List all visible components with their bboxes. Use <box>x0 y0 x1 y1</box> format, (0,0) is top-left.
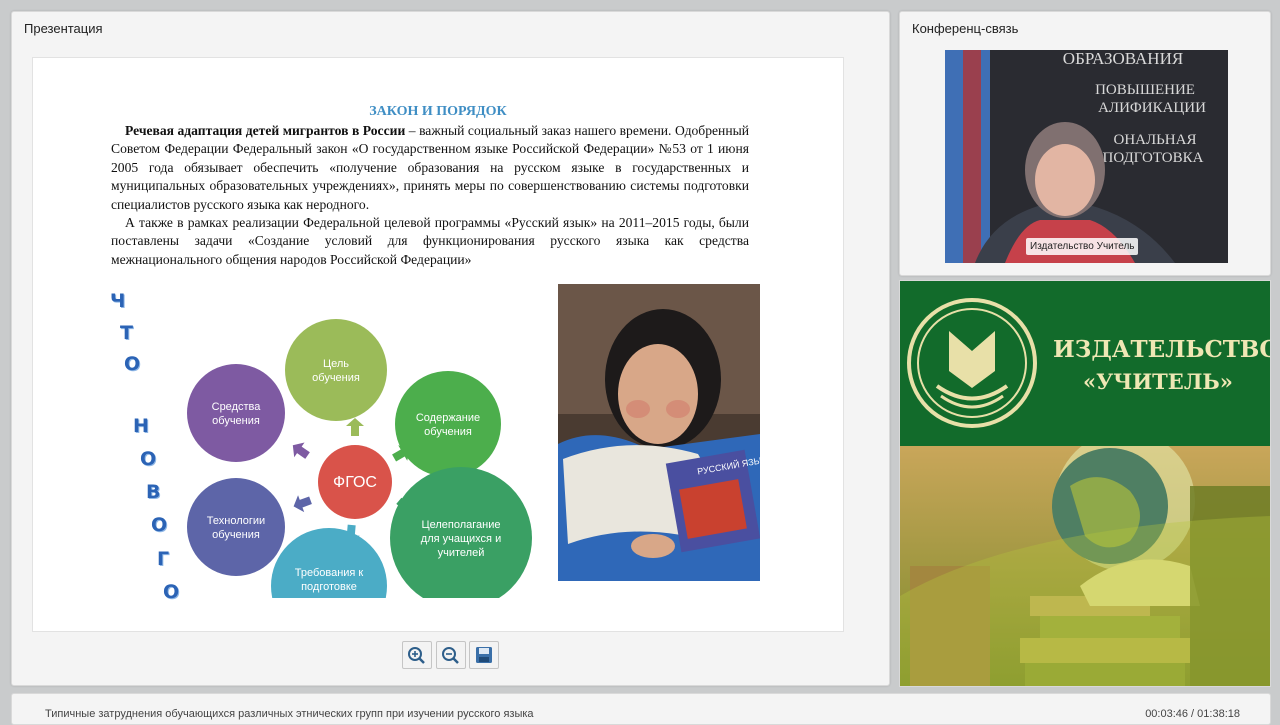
zoom-in-button[interactable] <box>402 641 432 669</box>
slide-para1-bold: Речевая адаптация детей мигрантов в Росс… <box>125 123 406 138</box>
bg-text-3: АЛИФИКАЦИИ <box>1098 100 1206 116</box>
bg-text-4: ОНАЛЬНАЯ <box>1114 132 1197 148</box>
cycle-node-circle <box>285 319 387 421</box>
video-caption: Издательство Учитель <box>1026 238 1139 255</box>
playback-time: 00:03:46 / 01:38:18 <box>1145 708 1240 720</box>
save-button[interactable] <box>469 641 499 669</box>
conference-panel: Конференц-связь ОБРАЗОВАНИЯ ПОВЫШЕНИЕ АЛ… <box>899 11 1271 276</box>
cycle-node-circle <box>187 478 285 576</box>
publisher-logo-icon <box>907 298 1037 428</box>
cycle-node-circle <box>395 371 501 477</box>
books-and-globe-illustration <box>900 446 1270 686</box>
bg-text-2: ПОВЫШЕНИЕ <box>1095 82 1195 98</box>
cycle-node: Средства обучения <box>187 364 285 462</box>
publisher-banner: ИЗДАТЕЛЬСТВО «УЧИТЕЛЬ» <box>899 280 1271 687</box>
cycle-arrow <box>292 442 310 459</box>
zoom-out-button[interactable] <box>436 641 466 669</box>
fgos-center-node: ФГОС <box>318 445 392 519</box>
bg-text-5: ПОДГОТОВКА <box>1103 150 1204 166</box>
bg-text-1: ОБРАЗОВАНИЯ <box>1063 50 1183 68</box>
cycle-node-circle <box>187 364 285 462</box>
video-frame: ОБРАЗОВАНИЯ ПОВЫШЕНИЕ АЛИФИКАЦИИ ОНАЛЬНА… <box>945 50 1228 263</box>
zoom-in-icon <box>408 647 425 664</box>
presentation-panel-title: Презентация <box>24 21 103 36</box>
presentation-panel: Презентация ЗАКОН И ПОРЯДОК Речевая адап… <box>11 11 890 686</box>
slide-heading: ЗАКОН И ПОРЯДОК <box>369 104 507 119</box>
cycle-arrow <box>346 418 364 436</box>
zoom-out-icon <box>442 647 459 664</box>
publisher-name-line1: ИЗДАТЕЛЬСТВО <box>1053 336 1271 363</box>
cycle-node: Технологии обучения <box>187 478 285 576</box>
cycle-arrow <box>293 495 312 513</box>
slide-photo: РУССКИЙ ЯЗЫК <box>558 284 760 581</box>
fgos-cycle-diagram: Цель обученияСодержание обученияЦелеполага… <box>187 319 532 598</box>
lecture-bar: Типичные затруднения обучающихся различн… <box>11 693 1271 725</box>
fgos-center-label: ФГОС <box>333 474 377 491</box>
lecture-title: Типичные затруднения обучающихся различн… <box>45 708 534 720</box>
slide: ЗАКОН И ПОРЯДОК Речевая адаптация детей … <box>32 57 844 632</box>
cycle-node: Целеполагание для учащихся и учителей <box>390 467 532 598</box>
video-feed[interactable]: ОБРАЗОВАНИЯ ПОВЫШЕНИЕ АЛИФИКАЦИИ ОНАЛЬНА… <box>945 50 1228 263</box>
girl-reading-illustration: РУССКИЙ ЯЗЫК <box>558 284 760 581</box>
save-icon <box>476 647 492 663</box>
slide-body: Речевая адаптация детей мигрантов в Росс… <box>111 122 749 269</box>
publisher-name-line2: «УЧИТЕЛЬ» <box>1083 369 1233 394</box>
cycle-node: Цель обучения <box>285 319 387 421</box>
conference-panel-title: Конференц-связь <box>912 21 1019 36</box>
cycle-node: Содержание обучения <box>395 371 501 477</box>
cycle-node: Требования кподготовкеучителя <box>271 528 387 598</box>
